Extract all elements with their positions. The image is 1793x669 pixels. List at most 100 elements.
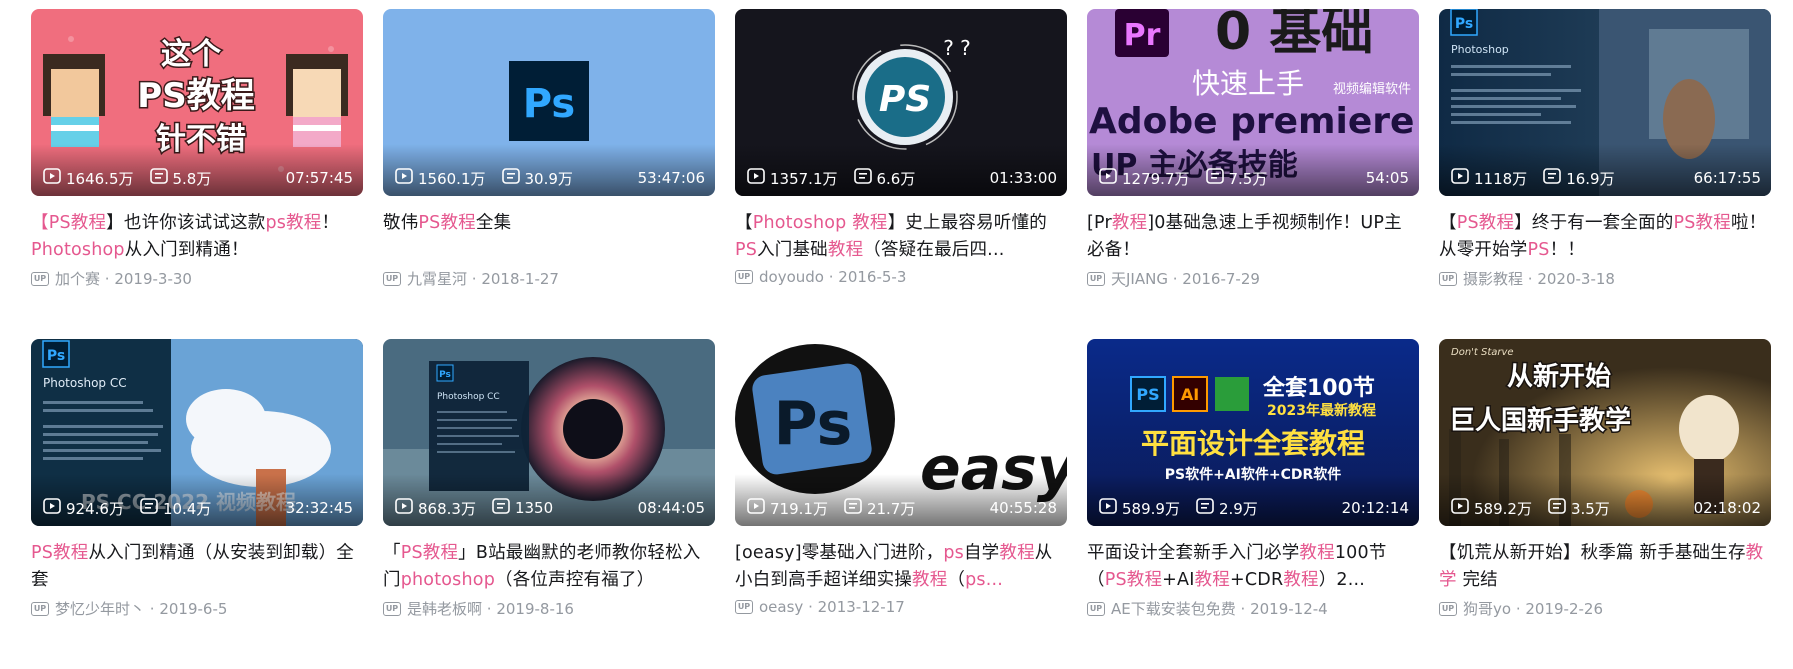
- video-meta[interactable]: UP 摄影教程 · 2020-3-18: [1439, 268, 1771, 289]
- thumb-text: Ps: [47, 348, 65, 364]
- video-meta[interactable]: UP 梦忆少年时丶 · 2019-6-5: [31, 598, 363, 619]
- video-title[interactable]: 【Photoshop 教程】史上最容易听懂的 PS入门基础教程（答疑在最后四...: [735, 210, 1067, 264]
- video-card[interactable]: Ps 1560.1万 30.9万 53:47:06 敬伟PS教程全集 UP 九霄…: [383, 9, 715, 339]
- danmaku-count: 6.6万: [853, 168, 915, 189]
- video-thumbnail[interactable]: Ps 1560.1万 30.9万 53:47:06: [383, 9, 715, 196]
- danmaku-count: 30.9万: [501, 168, 573, 189]
- video-title[interactable]: 【PS教程】也许你该试试这款ps教程！ Photoshop从入门到精通！: [31, 210, 363, 264]
- title-segment: photoshop: [400, 570, 496, 590]
- title-segment: ps...: [965, 570, 1004, 590]
- title-segment: （: [947, 570, 966, 590]
- video-title[interactable]: PS教程从入门到精通（从安装到卸载）全套: [31, 540, 363, 594]
- meta-separator: ·: [100, 269, 115, 288]
- video-author[interactable]: 是韩老板啊: [407, 598, 482, 619]
- thumb-text: 视频编辑软件: [1333, 82, 1411, 97]
- title-segment: +AI: [1162, 570, 1195, 590]
- view-count: 868.3万: [395, 498, 476, 519]
- danmaku-count-value: 10.4万: [162, 499, 212, 518]
- video-title[interactable]: 「PS教程」B站最幽默的老师教你轻松入门photoshop（各位声控有福了）: [383, 540, 715, 594]
- video-thumbnail[interactable]: Don't Starve 从新开始 巨人国新手教学 589.2万 3.5万 02…: [1439, 339, 1771, 526]
- up-badge-icon: UP: [1439, 271, 1457, 286]
- video-card[interactable]: Ps easy 719.1万 21.7万 40:55:28 [oeasy]零基础…: [735, 339, 1067, 669]
- video-card[interactable]: Pr 0 基础 快速上手 视频编辑软件 Adobe premiere UP 主必…: [1087, 9, 1419, 339]
- video-card[interactable]: Ps Photoshop 1118万 16.9万 66:17:55 【PS教程】…: [1439, 9, 1771, 339]
- video-title[interactable]: [Pr教程]0基础急速上手视频制作！UP主必备！: [1087, 210, 1419, 264]
- video-duration: 32:32:45: [285, 499, 353, 517]
- title-segment: PS: [735, 240, 758, 260]
- view-count-value: 589.9万: [1122, 499, 1180, 518]
- video-stats: 1118万 16.9万 66:17:55: [1451, 168, 1761, 188]
- video-thumbnail[interactable]: Ps easy 719.1万 21.7万 40:55:28: [735, 339, 1067, 526]
- title-segment: 平面设计全套新手入门必学: [1087, 543, 1300, 563]
- video-title[interactable]: 【PS教程】终于有一套全面的PS教程啦！从零开始学PS！！: [1439, 210, 1771, 264]
- video-author[interactable]: oeasy: [759, 598, 803, 616]
- video-stats: 868.3万 1350 08:44:05: [395, 498, 705, 518]
- video-author[interactable]: 梦忆少年时丶: [55, 598, 145, 619]
- title-segment: [oeasy]零基础入门进阶，: [735, 543, 944, 563]
- play-count-icon: [1451, 498, 1474, 518]
- video-card[interactable]: PS AI 全套100节 2023年最新教程 平面设计全套教程 PS软件+AI软…: [1087, 339, 1419, 669]
- video-author[interactable]: AE下载安装包免费: [1111, 598, 1236, 619]
- view-count-value: 1279.7万: [1122, 169, 1190, 188]
- video-duration: 53:47:06: [637, 169, 705, 187]
- title-segment: 全集: [475, 213, 512, 233]
- danmaku-count: 5.8万: [149, 168, 211, 189]
- title-segment: Photoshop: [31, 240, 125, 260]
- video-card[interactable]: Ps Photoshop CC PS CC 2022 视频教程 924.6万 1…: [31, 339, 363, 669]
- video-stats: 1279.7万 7.5万 54:05: [1099, 168, 1409, 188]
- video-title[interactable]: 平面设计全套新手入门必学教程100节（PS教程+AI教程+CDR教程）2...: [1087, 540, 1419, 594]
- title-segment: 】史上最容易听懂的: [887, 213, 1047, 233]
- play-count-icon: [43, 498, 66, 518]
- thumb-text: 从新开始: [1507, 361, 1611, 392]
- video-author[interactable]: 狗哥yo: [1463, 598, 1511, 619]
- video-thumbnail[interactable]: 这个 PS教程 针不错 1646.5万 5.8万 07:57:45: [31, 9, 363, 196]
- video-meta[interactable]: UP 加个赛 · 2019-3-30: [31, 268, 363, 289]
- video-meta[interactable]: UP 是韩老板啊 · 2019-8-16: [383, 598, 715, 619]
- video-card[interactable]: PS ? ? 1357.1万 6.6万 01:33:00 【Photoshop …: [735, 9, 1067, 339]
- video-meta[interactable]: UP oeasy · 2013-12-17: [735, 598, 1067, 616]
- play-count-icon: [1099, 168, 1122, 188]
- video-meta[interactable]: UP 九霄星河 · 2018-1-27: [383, 268, 715, 289]
- video-card[interactable]: 这个 PS教程 针不错 1646.5万 5.8万 07:57:45 【PS教程】…: [31, 9, 363, 339]
- thumb-text: PS: [879, 79, 931, 120]
- title-segment: PS: [1527, 240, 1550, 260]
- video-author[interactable]: doyoudo: [759, 268, 824, 286]
- title-segment: [Pr: [1087, 213, 1112, 233]
- danmaku-count: 10.4万: [140, 498, 211, 519]
- video-card[interactable]: Ps Photoshop CC 868.3万 1350 08:44:05 「PS…: [383, 339, 715, 669]
- danmaku-count: 2.9万: [1196, 498, 1258, 519]
- danmaku-count: 16.9万: [1543, 168, 1615, 189]
- video-thumbnail[interactable]: Ps Photoshop 1118万 16.9万 66:17:55: [1439, 9, 1771, 196]
- title-segment: ps: [943, 543, 964, 563]
- video-title[interactable]: 【饥荒从新开始】秋季篇 新手基础生存教学 完结: [1439, 540, 1771, 594]
- video-thumbnail[interactable]: Pr 0 基础 快速上手 视频编辑软件 Adobe premiere UP 主必…: [1087, 9, 1419, 196]
- view-count: 1560.1万: [395, 168, 486, 189]
- thumb-text: 2023年最新教程: [1267, 402, 1376, 419]
- view-count-value: 1118万: [1474, 169, 1528, 188]
- video-title[interactable]: 敬伟PS教程全集: [383, 210, 715, 264]
- play-count-icon: [395, 498, 418, 518]
- thumb-text: PS: [1136, 385, 1159, 404]
- video-grid: 这个 PS教程 针不错 1646.5万 5.8万 07:57:45 【PS教程】…: [31, 9, 1771, 669]
- video-duration: 01:33:00: [989, 169, 1057, 187]
- danmaku-icon: [501, 168, 525, 188]
- video-title[interactable]: [oeasy]零基础入门进阶，ps自学教程从小白到高手超详细实操教程（ps...: [735, 540, 1067, 594]
- video-thumbnail[interactable]: Ps Photoshop CC 868.3万 1350 08:44:05: [383, 339, 715, 526]
- video-meta[interactable]: UP AE下载安装包免费 · 2019-12-4: [1087, 598, 1419, 619]
- danmaku-count-value: 2.9万: [1218, 499, 1258, 518]
- video-thumbnail[interactable]: PS ? ? 1357.1万 6.6万 01:33:00: [735, 9, 1067, 196]
- video-author[interactable]: 加个赛: [55, 268, 100, 289]
- video-author[interactable]: 九霄星河: [407, 268, 467, 289]
- video-card[interactable]: Don't Starve 从新开始 巨人国新手教学 589.2万 3.5万 02…: [1439, 339, 1771, 669]
- video-meta[interactable]: UP doyoudo · 2016-5-3: [735, 268, 1067, 286]
- thumb-text: 0 基础: [1215, 9, 1373, 62]
- view-count: 1118万: [1451, 168, 1527, 189]
- video-meta[interactable]: UP 天JIANG · 2016-7-29: [1087, 268, 1419, 289]
- video-thumbnail[interactable]: PS AI 全套100节 2023年最新教程 平面设计全套教程 PS软件+AI软…: [1087, 339, 1419, 526]
- video-date: 2013-12-17: [817, 598, 905, 616]
- play-count-icon: [747, 498, 770, 518]
- video-meta[interactable]: UP 狗哥yo · 2019-2-26: [1439, 598, 1771, 619]
- video-thumbnail[interactable]: Ps Photoshop CC PS CC 2022 视频教程 924.6万 1…: [31, 339, 363, 526]
- video-author[interactable]: 摄影教程: [1463, 268, 1523, 289]
- video-author[interactable]: 天JIANG: [1111, 268, 1168, 289]
